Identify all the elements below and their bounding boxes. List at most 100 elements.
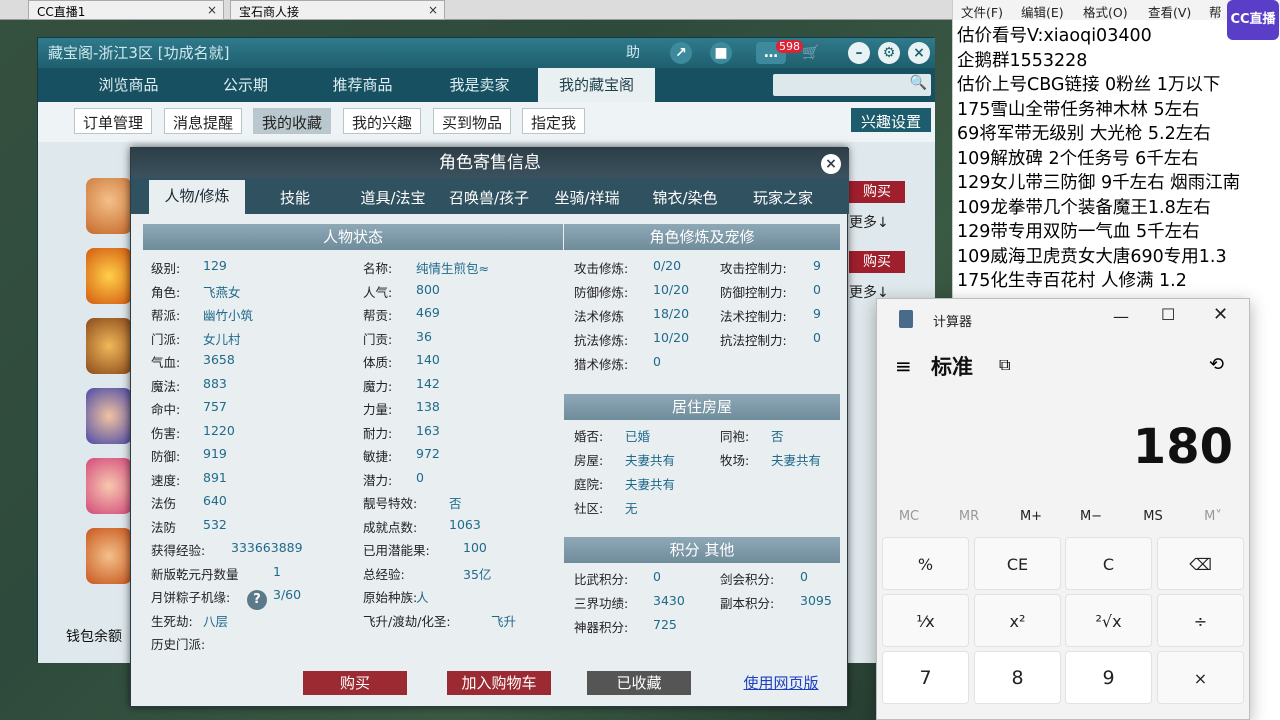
field-value: 35亿 xyxy=(463,566,492,582)
field-label: 速度: xyxy=(151,472,181,488)
search-input[interactable]: 🔍 xyxy=(773,74,931,96)
subtab-designated[interactable]: 指定我 xyxy=(522,108,586,134)
buy-button[interactable]: 购买 xyxy=(303,671,407,695)
field-value: 八层 xyxy=(203,613,229,629)
buy-button[interactable]: 购买 xyxy=(849,181,905,203)
tab-outfits[interactable]: 锦衣/染色 xyxy=(637,182,733,214)
calc-key[interactable]: 9 xyxy=(1065,651,1152,704)
help-button[interactable]: 助 xyxy=(622,42,644,64)
minimize-icon[interactable]: — xyxy=(1113,307,1129,326)
field-label: 抗法控制力: xyxy=(720,333,787,348)
calc-key[interactable]: % xyxy=(882,537,969,590)
tab-pets[interactable]: 召唤兽/孩子 xyxy=(441,182,537,214)
avatar[interactable] xyxy=(86,178,132,234)
field-label: 人气: xyxy=(363,284,393,300)
menu-edit[interactable]: 编辑(E) xyxy=(1021,2,1064,21)
avatar[interactable] xyxy=(86,318,132,374)
field-value: 140 xyxy=(416,352,440,367)
field-value: 800 xyxy=(416,281,440,297)
field-label: 帮贡: xyxy=(363,308,393,323)
close-icon[interactable]: × xyxy=(821,154,841,174)
nav-my-cbg[interactable]: 我的藏宝阁 xyxy=(538,68,655,102)
dialog-title-text: 角色寄售信息 xyxy=(439,153,541,173)
calc-key[interactable]: C xyxy=(1065,537,1152,590)
hamburger-menu-icon[interactable]: ≡ xyxy=(895,354,912,378)
calc-key[interactable]: × xyxy=(1157,651,1244,704)
minimize-icon[interactable]: – xyxy=(848,42,870,64)
nav-recommended[interactable]: 推荐商品 xyxy=(304,68,421,102)
nav-seller[interactable]: 我是卖家 xyxy=(421,68,538,102)
memory-button[interactable]: MS xyxy=(1123,509,1183,524)
help-icon[interactable]: ? xyxy=(247,590,267,610)
field-value: 532 xyxy=(203,516,227,532)
field-value: 36 xyxy=(416,328,432,344)
calc-key[interactable]: ÷ xyxy=(1157,594,1244,647)
stop-icon[interactable]: ■ xyxy=(710,42,732,64)
menu-help[interactable]: 帮 xyxy=(1209,2,1222,21)
buy-button[interactable]: 购买 xyxy=(849,251,905,273)
field-label: 比武积分: xyxy=(574,572,629,587)
field-value: 138 xyxy=(416,399,440,414)
more-link[interactable]: 更多↓ xyxy=(849,212,889,232)
avatar[interactable] xyxy=(86,388,132,444)
browser-tab-gem-merchant[interactable]: 宝石商人接 × xyxy=(230,0,445,20)
field-value: 否 xyxy=(449,496,462,511)
subtab-purchased[interactable]: 买到物品 xyxy=(433,108,512,134)
avatar[interactable] xyxy=(86,528,132,584)
nav-public[interactable]: 公示期 xyxy=(187,68,304,102)
nav-browse[interactable]: 浏览商品 xyxy=(70,68,187,102)
tab-home[interactable]: 玩家之家 xyxy=(735,182,831,214)
search-icon[interactable]: 🔍 xyxy=(910,75,927,91)
maximize-icon[interactable]: ☐ xyxy=(1161,305,1175,324)
close-icon[interactable]: ✕ xyxy=(1213,304,1228,325)
memory-button[interactable]: M+ xyxy=(1001,509,1061,524)
subtab-favorites[interactable]: 我的收藏 xyxy=(253,108,332,134)
field-value: 10/20 xyxy=(653,282,690,297)
close-icon[interactable]: × xyxy=(207,3,217,17)
share-icon[interactable]: ↗ xyxy=(670,42,692,64)
keep-on-top-icon[interactable]: ⧉ xyxy=(999,355,1010,375)
browser-tab-cc-live[interactable]: CC直播1 × xyxy=(28,0,224,20)
gear-icon[interactable]: ⚙ xyxy=(878,42,900,64)
field-label: 级别: xyxy=(151,261,181,276)
avatar[interactable] xyxy=(86,458,132,514)
menu-view[interactable]: 查看(V) xyxy=(1148,2,1191,21)
favorited-button[interactable]: 已收藏 xyxy=(587,671,691,695)
calc-key[interactable]: CE xyxy=(974,537,1061,590)
tab-skills[interactable]: 技能 xyxy=(247,182,343,214)
history-icon[interactable]: ⟲ xyxy=(1209,354,1224,375)
subtab-interests[interactable]: 我的兴趣 xyxy=(343,108,422,134)
use-web-version-link[interactable]: 使用网页版 xyxy=(739,671,823,695)
field-value: 夫妻共有 xyxy=(625,453,676,468)
field-value: 10/20 xyxy=(653,330,690,345)
tab-mounts[interactable]: 坐骑/祥瑞 xyxy=(539,182,635,214)
avatar[interactable] xyxy=(86,248,132,304)
points-section-header: 积分 其他 xyxy=(564,537,840,563)
memory-button[interactable]: M− xyxy=(1061,509,1121,524)
add-to-cart-button[interactable]: 加入购物车 xyxy=(447,671,551,695)
calc-key[interactable]: x² xyxy=(974,594,1061,647)
calc-key[interactable]: ¹⁄x xyxy=(882,594,969,647)
field-label: 飞升/渡劫/化圣: xyxy=(363,613,451,629)
close-icon[interactable]: × xyxy=(428,3,438,17)
tab-character[interactable]: 人物/修炼 xyxy=(149,180,245,214)
notepad-line: 估价看号V:xiaoqi03400 xyxy=(957,26,1152,46)
menu-format[interactable]: 格式(O) xyxy=(1083,2,1128,21)
cart-icon[interactable]: 🛒 xyxy=(800,42,822,64)
calc-key[interactable]: ⌫ xyxy=(1157,537,1244,590)
notepad-line: 175雪山全带任务神木林 5左右 xyxy=(957,99,1200,120)
calculator-window: 计算器 — ☐ ✕ ≡ 标准 ⧉ ⟲ 180 MC MR M+ M− MS M˅ % CE C… xyxy=(876,298,1250,720)
subtab-messages[interactable]: 消息提醒 xyxy=(164,108,243,134)
subtab-orders[interactable]: 订单管理 xyxy=(74,108,153,134)
field-value: 飞升 xyxy=(491,613,517,629)
tab-items[interactable]: 道具/法宝 xyxy=(345,182,441,214)
field-value: 640 xyxy=(203,493,227,508)
dialog-tabs: 人物/修炼 技能 道具/法宝 召唤兽/孩子 坐骑/祥瑞 锦衣/染色 玩家之家 xyxy=(131,178,849,214)
field-value: 9 xyxy=(813,258,821,273)
calc-key[interactable]: 7 xyxy=(882,651,969,704)
calc-key[interactable]: 8 xyxy=(974,651,1061,704)
calc-key[interactable]: ²√x xyxy=(1065,594,1152,647)
menu-file[interactable]: 文件(F) xyxy=(961,2,1003,21)
close-icon[interactable]: × xyxy=(908,42,930,64)
interest-settings-button[interactable]: 兴趣设置 xyxy=(850,108,931,132)
